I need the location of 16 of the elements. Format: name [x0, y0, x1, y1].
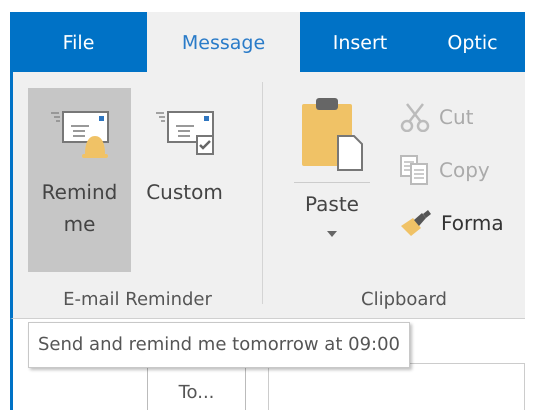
- paintbrush-icon: [399, 208, 433, 238]
- tab[interactable]: Optic: [420, 12, 525, 72]
- tooltip: Send and remind me tomorrow at 09:00: [28, 322, 410, 368]
- format-painter-button[interactable]: Forma: [399, 208, 504, 238]
- copy-icon: [399, 154, 431, 186]
- remind-me-button[interactable]: Remind me: [28, 88, 131, 272]
- tab[interactable]: Message: [147, 12, 300, 72]
- clipboard-icon: [300, 96, 364, 172]
- scissors-icon: [399, 102, 431, 132]
- paste-button[interactable]: Paste: [291, 88, 373, 260]
- caret-icon: [327, 231, 337, 237]
- group-label: E-mail Reminder: [63, 288, 212, 312]
- custom-button[interactable]: Custom: [133, 88, 236, 272]
- tab[interactable]: File: [10, 12, 147, 72]
- tab[interactable]: Insert: [300, 12, 420, 72]
- group-label: Clipboard: [361, 288, 447, 312]
